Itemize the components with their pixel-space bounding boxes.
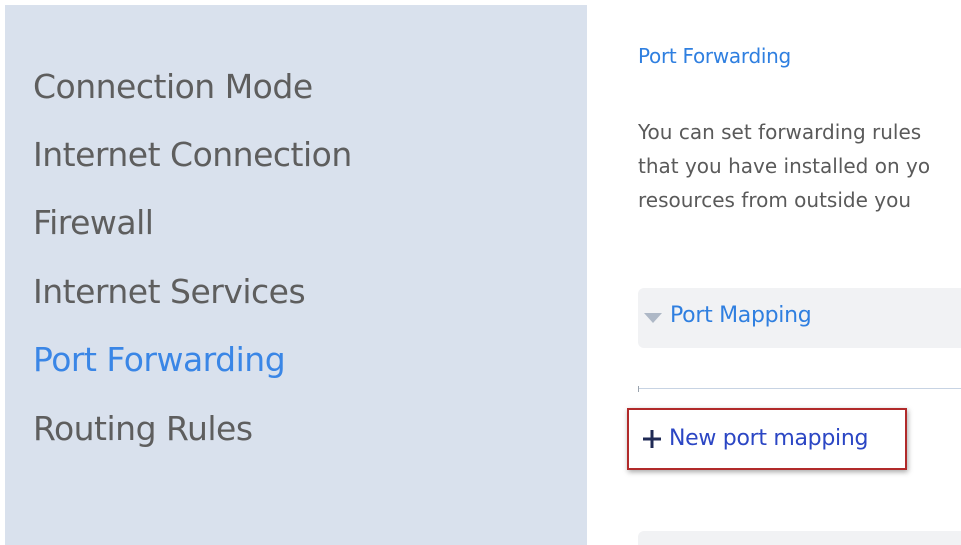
divider	[638, 388, 961, 389]
new-port-mapping-button[interactable]: New port mapping	[641, 426, 868, 451]
description-line: You can set forwarding rules	[638, 120, 922, 144]
sidebar: Connection Mode Internet Connection Fire…	[5, 5, 587, 545]
next-section-panel	[638, 531, 961, 545]
sidebar-item-internet-connection[interactable]: Internet Connection	[33, 135, 352, 174]
new-port-mapping-label: New port mapping	[669, 426, 869, 451]
chevron-down-icon	[644, 313, 662, 323]
page: Connection Mode Internet Connection Fire…	[0, 0, 961, 545]
description-line: resources from outside you	[638, 188, 912, 212]
sidebar-item-port-forwarding[interactable]: Port Forwarding	[33, 340, 286, 379]
divider-tick	[638, 386, 639, 392]
highlight-box: New port mapping	[627, 408, 907, 470]
sidebar-item-internet-services[interactable]: Internet Services	[33, 272, 306, 311]
description-line: that you have installed on yo	[638, 154, 931, 178]
page-title: Port Forwarding	[638, 44, 791, 68]
main-content: Port Forwarding You can set forwarding r…	[587, 0, 961, 545]
port-mapping-accordion-header[interactable]: Port Mapping	[638, 288, 961, 348]
sidebar-item-firewall[interactable]: Firewall	[33, 203, 154, 242]
sidebar-item-connection-mode[interactable]: Connection Mode	[33, 67, 313, 106]
sidebar-item-routing-rules[interactable]: Routing Rules	[33, 409, 253, 448]
plus-icon	[643, 429, 661, 448]
description-text: You can set forwarding rules that you ha…	[638, 115, 961, 217]
port-mapping-label: Port Mapping	[670, 303, 812, 328]
